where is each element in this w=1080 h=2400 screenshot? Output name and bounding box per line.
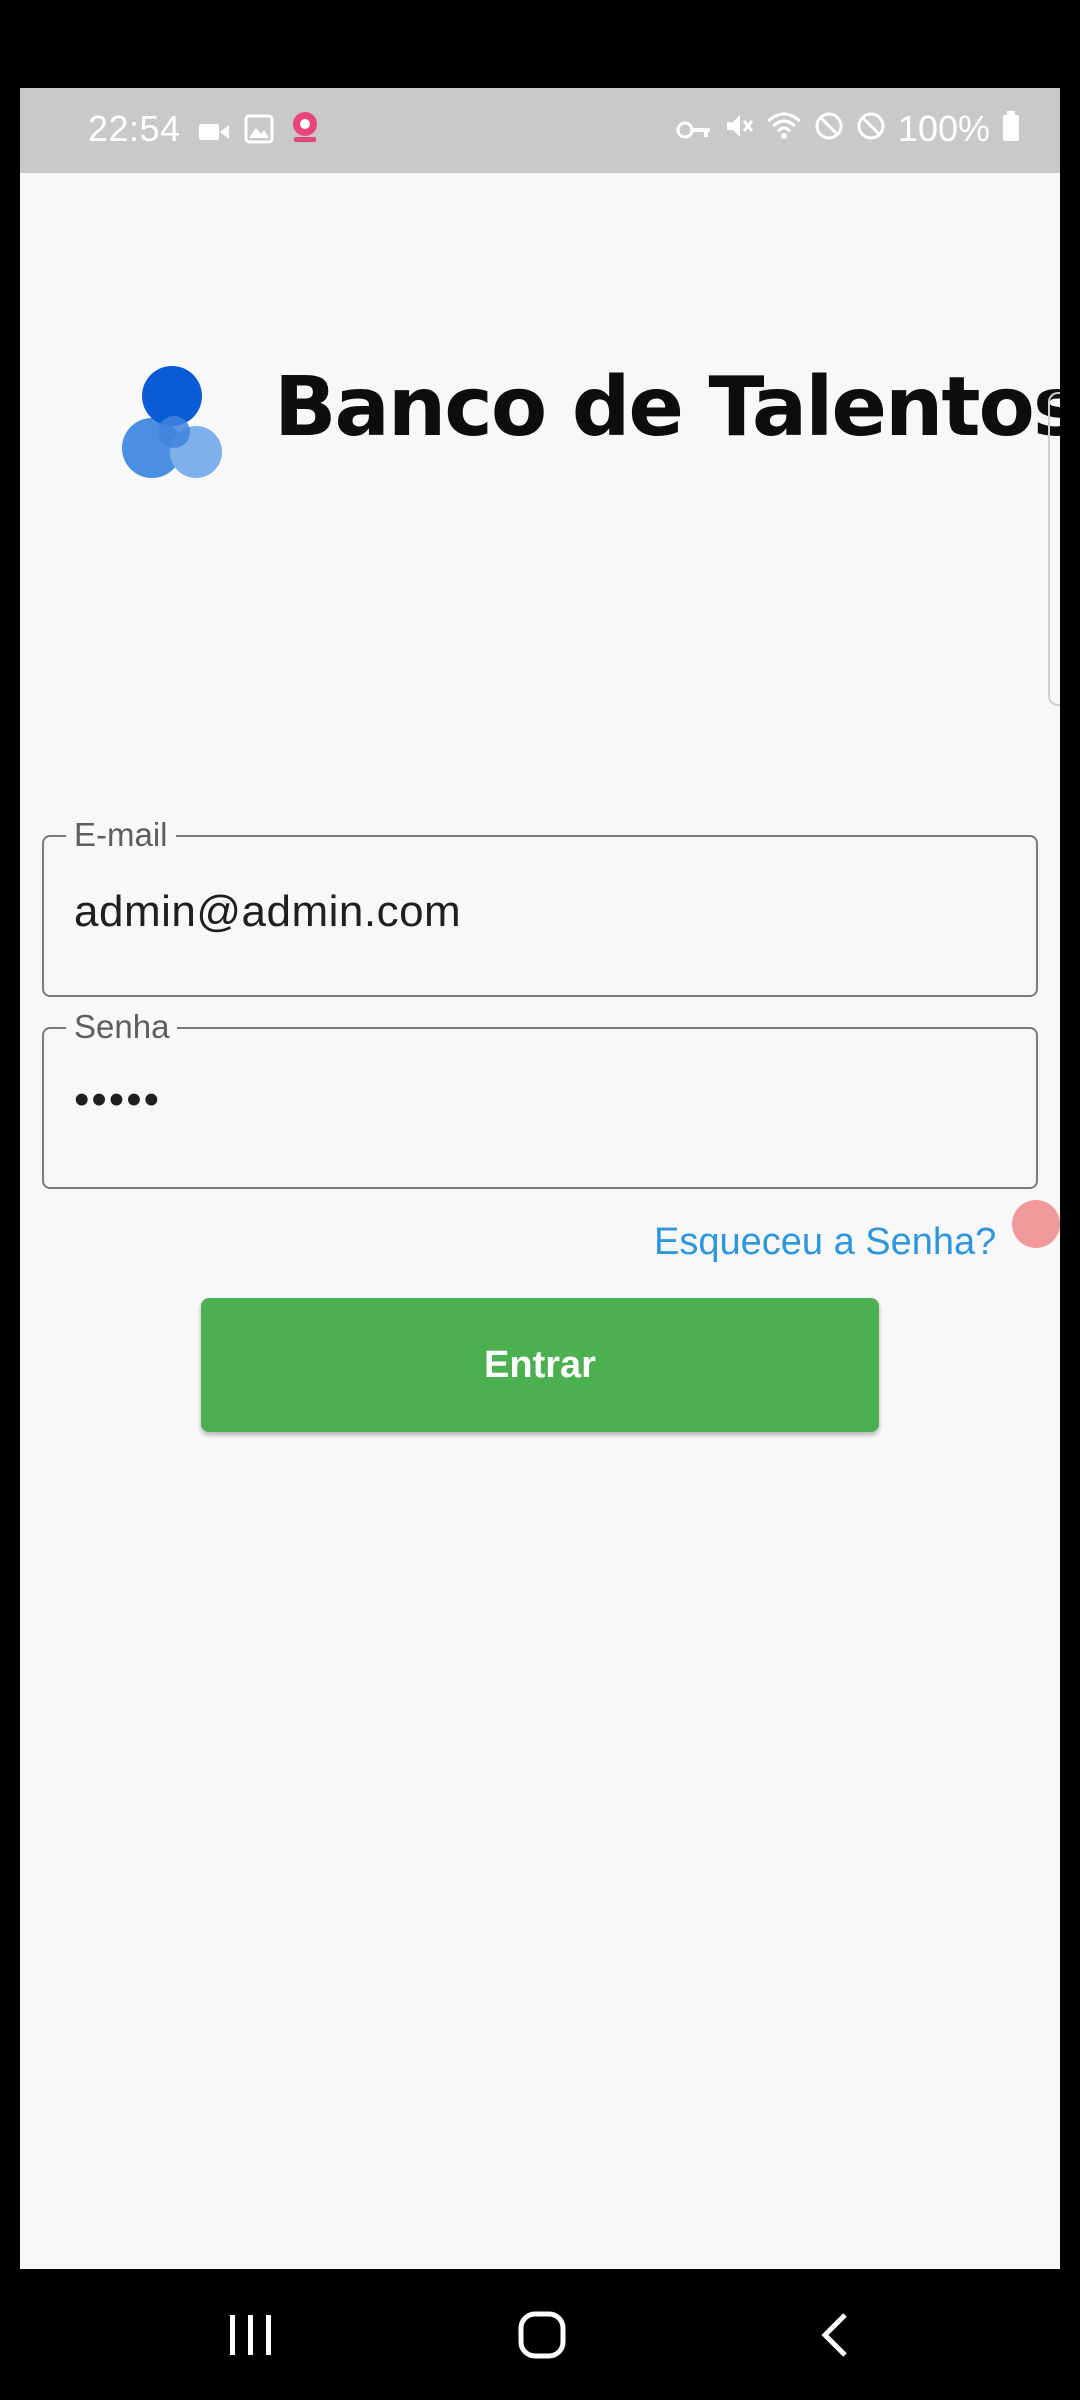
mute-icon (724, 108, 754, 150)
password-label: Senha (66, 1007, 178, 1047)
battery-percent: 100% (897, 108, 990, 149)
touch-indicator (1012, 1200, 1060, 1248)
recorder-icon (288, 110, 322, 153)
email-input[interactable]: admin@admin.com (74, 887, 461, 937)
status-right-icons: 100% (676, 108, 1020, 150)
app-screen: 22:54 100% Banco de Talentos E-mail admi… (20, 88, 1060, 2269)
app-title: Banco de Talentos (274, 360, 1060, 455)
bubbles-logo-icon (116, 364, 242, 490)
back-icon[interactable] (815, 2311, 855, 2359)
status-time: 22:54 (88, 108, 181, 149)
login-button[interactable]: Entrar (201, 1298, 879, 1432)
navigation-bar (0, 2269, 1080, 2400)
battery-icon (1002, 108, 1020, 150)
status-bar: 22:54 100% (20, 88, 1060, 173)
password-field[interactable]: Senha ••••• (42, 1007, 1038, 1189)
home-icon[interactable] (518, 2311, 566, 2359)
status-left-icons (198, 110, 322, 153)
video-camera-icon (198, 111, 230, 153)
block-icon (856, 108, 886, 150)
vpn-key-icon (676, 108, 712, 150)
password-input[interactable]: ••••• (74, 1075, 161, 1125)
wifi-icon (766, 108, 802, 150)
block-icon (814, 108, 844, 150)
email-field[interactable]: E-mail admin@admin.com (42, 815, 1038, 997)
recent-apps-icon[interactable] (226, 2313, 276, 2357)
gallery-icon (244, 111, 274, 153)
email-label: E-mail (66, 815, 176, 855)
forgot-password-link[interactable]: Esqueceu a Senha? (654, 1221, 996, 1264)
login-button-label: Entrar (484, 1343, 596, 1386)
edge-panel-handle[interactable] (1048, 392, 1060, 706)
